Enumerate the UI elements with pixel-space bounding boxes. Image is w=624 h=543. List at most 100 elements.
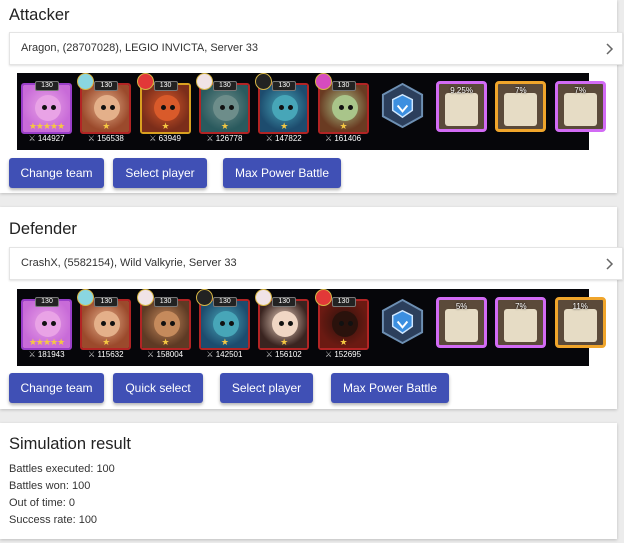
- hero-power: ⚔ 156538: [79, 134, 132, 143]
- attacker-player-selector[interactable]: Aragon, (28707028), LEGIO INVICTA, Serve…: [9, 32, 623, 65]
- hero-slot[interactable]: 130 ★ ⚔ 147822: [255, 73, 310, 146]
- defender-card: Defender CrashX, (5582154), Wild Valkyri…: [0, 207, 623, 409]
- patron-card: 5%: [436, 297, 488, 348]
- hero-level-badge: 130: [94, 81, 119, 91]
- hero-slot[interactable]: 130 ★ ⚔ 156538: [77, 73, 132, 146]
- hero-power: ⚔ 115632: [79, 350, 132, 359]
- hero-slot[interactable]: 130 ★ ⚔ 126778: [195, 73, 251, 146]
- hero-slot[interactable]: 130 ★ ⚔ 161406: [314, 73, 370, 146]
- patron-percent: 5%: [455, 302, 468, 311]
- hero-power-value: 156102: [275, 350, 302, 359]
- hero-slot[interactable]: 130 ★★★★★ ⚔ 181943: [20, 293, 73, 362]
- hero-eye: [347, 321, 353, 326]
- hero-eye: [338, 321, 344, 326]
- patron-slot[interactable]: 7%: [494, 77, 547, 146]
- patron-slot[interactable]: 7%: [494, 293, 547, 362]
- battles-won-text: Battles won: 100: [9, 480, 91, 492]
- pet-icon: [195, 289, 213, 306]
- hero-stars: ★: [339, 337, 347, 347]
- hero-slot[interactable]: 130 ★ ⚔ 152695: [314, 289, 370, 362]
- swords-icon: ⚔: [265, 350, 276, 359]
- hero-level-badge: 130: [153, 81, 178, 91]
- patron-percent: 7%: [574, 86, 586, 95]
- patron-percent: 7%: [515, 86, 527, 95]
- patron-card: 11%: [554, 297, 606, 348]
- hero-power-value: 147822: [275, 134, 302, 143]
- patron-slot[interactable]: 7%: [554, 77, 607, 146]
- chevron-right-icon: [606, 258, 614, 270]
- hero-eye: [338, 105, 344, 110]
- hero-eye: [51, 321, 56, 326]
- attacker-max-power-battle-button[interactable]: Max Power Battle: [223, 158, 341, 188]
- hero-power: ⚔ 181943: [20, 350, 73, 359]
- attacker-select-player-button[interactable]: Select player: [113, 158, 207, 188]
- hero-power: ⚔ 158004: [139, 350, 192, 359]
- scroll-icon: [563, 309, 597, 342]
- patron-slot[interactable]: 5%: [435, 293, 488, 362]
- hero-slot[interactable]: 130 ★ ⚔ 156102: [255, 289, 310, 362]
- pet-icon: [195, 73, 213, 90]
- hero-power: ⚔ 144927: [20, 134, 73, 143]
- swords-icon: ⚔: [28, 134, 38, 143]
- hero-power-value: 115632: [97, 350, 124, 359]
- hero-level-badge: 130: [212, 297, 237, 307]
- patron-card: 9.25%: [436, 81, 488, 132]
- hero-power: ⚔ 161406: [317, 134, 370, 143]
- attacker-card: Attacker Aragon, (28707028), LEGIO INVIC…: [0, 0, 623, 193]
- hero-power: ⚔ 147822: [257, 134, 310, 143]
- swords-icon: ⚔: [265, 134, 276, 143]
- banner-slot[interactable]: [376, 293, 429, 362]
- hero-power: ⚔ 63949: [139, 134, 192, 143]
- hero-stars: ★: [339, 121, 347, 131]
- banner-slot[interactable]: [376, 77, 429, 146]
- patron-card: 7%: [554, 81, 606, 132]
- hero-power-value: 181943: [37, 350, 65, 359]
- hero-stars: ★: [220, 121, 229, 131]
- pet-icon: [136, 289, 154, 306]
- swords-icon: ⚔: [324, 134, 335, 143]
- pet-icon: [314, 289, 332, 306]
- hero-face: [331, 95, 358, 121]
- hero-slot[interactable]: 130 ★★★★★ ⚔ 144927: [20, 77, 73, 146]
- hero-face: [153, 311, 180, 337]
- scroll-icon: [504, 309, 538, 342]
- swords-icon: ⚔: [149, 134, 159, 143]
- hero-power-value: 63949: [158, 134, 181, 143]
- patron-percent: 7%: [515, 302, 527, 311]
- shield-banner-icon: [381, 298, 423, 345]
- hero-stars: ★: [280, 121, 288, 131]
- hero-slot[interactable]: 130 ★ ⚔ 63949: [136, 73, 192, 146]
- swords-icon: ⚔: [324, 350, 335, 359]
- scroll-icon: [445, 93, 479, 126]
- scroll-icon: [563, 93, 597, 126]
- hero-slot[interactable]: 130 ★ ⚔ 158004: [136, 289, 192, 362]
- defender-player-selector[interactable]: CrashX, (5582154), Wild Valkyrie, Server…: [9, 247, 623, 280]
- hero-eye: [228, 105, 234, 110]
- defender-select-player-button[interactable]: Select player: [220, 373, 313, 403]
- chevron-right-icon: [606, 43, 614, 55]
- hero-stars: ★: [220, 337, 229, 347]
- hero-eye: [160, 321, 166, 326]
- pet-icon: [136, 73, 154, 90]
- defender-max-power-battle-button[interactable]: Max Power Battle: [331, 373, 449, 403]
- hero-level-badge: 130: [212, 81, 237, 91]
- hero-stars: ★: [102, 121, 110, 131]
- defender-title: Defender: [9, 220, 77, 238]
- defender-change-team-button[interactable]: Change team: [9, 373, 104, 403]
- hero-eye: [228, 321, 234, 326]
- swords-icon: ⚔: [87, 134, 98, 143]
- hero-level-badge: 130: [272, 81, 297, 91]
- attacker-change-team-button[interactable]: Change team: [9, 158, 104, 188]
- simulation-result-title: Simulation result: [9, 435, 131, 453]
- hero-slot[interactable]: 130 ★ ⚔ 142501: [195, 289, 251, 362]
- hero-power-value: 142501: [215, 350, 243, 359]
- hero-eye: [169, 105, 175, 110]
- hero-power-value: 158004: [156, 350, 184, 359]
- hero-slot[interactable]: 130 ★ ⚔ 115632: [77, 289, 132, 362]
- patron-slot[interactable]: 11%: [554, 293, 607, 362]
- hero-level-badge: 130: [331, 297, 356, 307]
- hero-power-value: 152695: [334, 350, 362, 359]
- patron-slot[interactable]: 9.25%: [435, 77, 488, 146]
- defender-quick-select-button[interactable]: Quick select: [113, 373, 203, 403]
- hero-power: ⚔ 156102: [257, 350, 310, 359]
